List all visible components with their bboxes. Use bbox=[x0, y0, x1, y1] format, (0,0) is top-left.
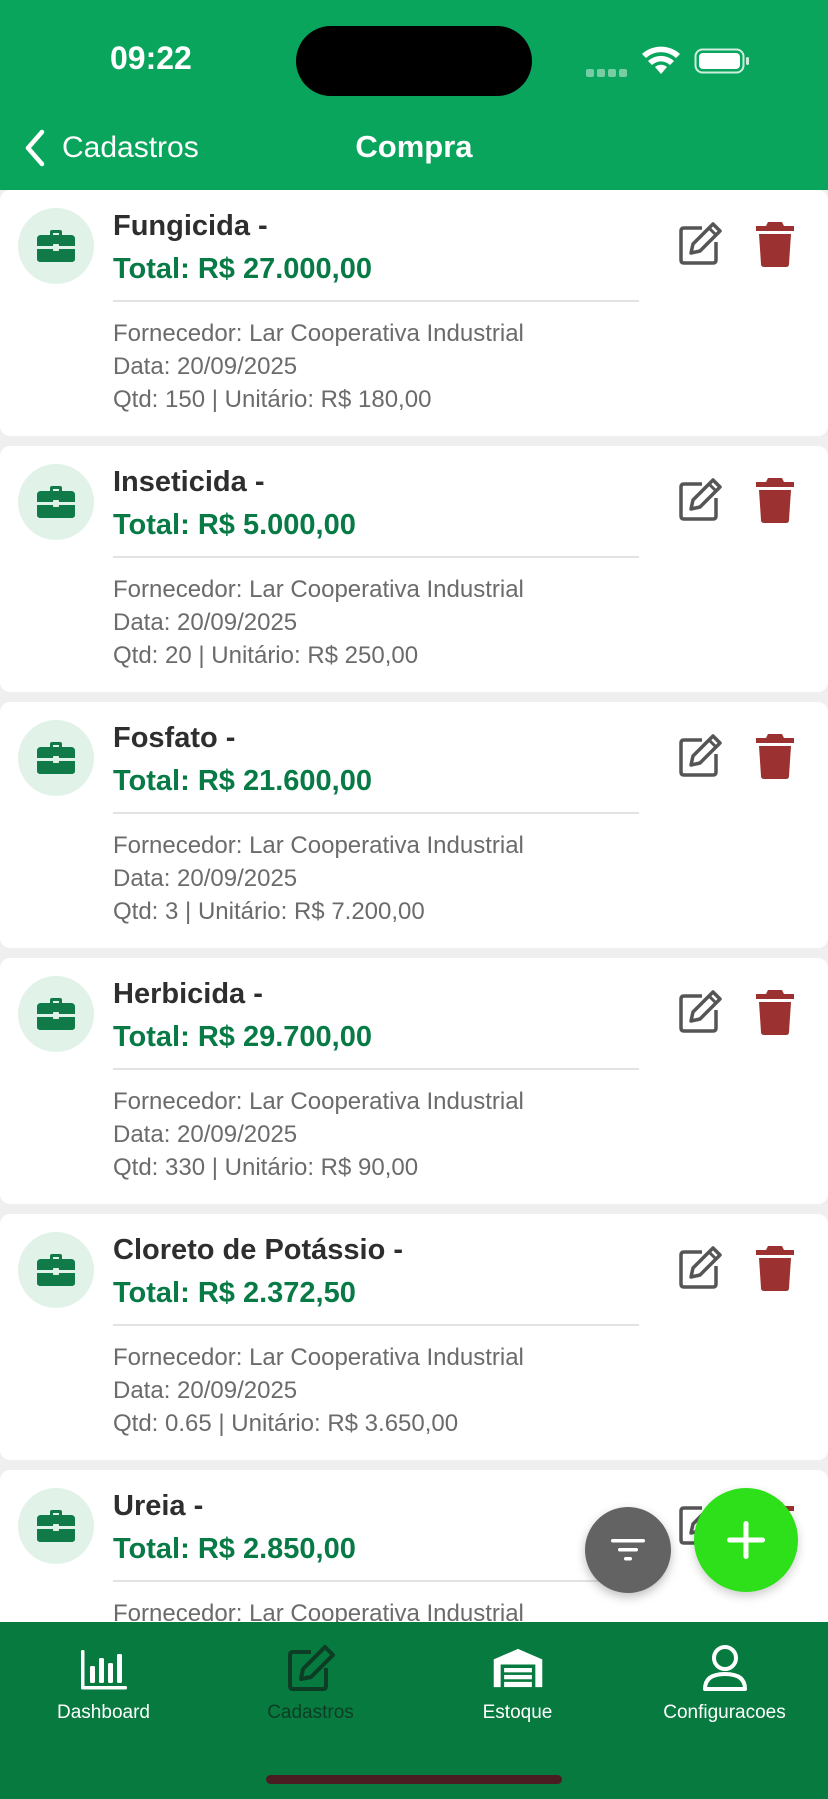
status-time: 09:22 bbox=[110, 40, 192, 76]
briefcase-icon bbox=[37, 742, 75, 774]
purchase-date: Data: 20/09/2025 bbox=[113, 609, 298, 636]
briefcase-icon bbox=[37, 1254, 75, 1286]
purchase-supplier: Fornecedor: Lar Cooperativa Industrial bbox=[113, 1088, 524, 1115]
trash-icon[interactable] bbox=[754, 1244, 796, 1292]
edit-icon bbox=[287, 1645, 335, 1691]
purchase-date: Data: 20/09/2025 bbox=[113, 1377, 298, 1404]
purchase-supplier: Fornecedor: Lar Cooperativa Industrial bbox=[113, 1600, 524, 1622]
purchase-supplier: Fornecedor: Lar Cooperativa Industrial bbox=[113, 576, 524, 603]
purchase-list[interactable]: Fungicida - Total: R$ 27.000,00 Forneced… bbox=[0, 190, 828, 1622]
warehouse-icon bbox=[493, 1648, 542, 1688]
tab-label: Dashboard bbox=[57, 1702, 150, 1723]
divider bbox=[113, 812, 639, 814]
user-icon bbox=[702, 1645, 747, 1691]
purchase-supplier: Fornecedor: Lar Cooperativa Industrial bbox=[113, 1344, 524, 1371]
purchase-quantity: Qtd: 150 | Unitário: R$ 180,00 bbox=[113, 386, 432, 413]
filter-button[interactable] bbox=[585, 1507, 671, 1593]
purchase-supplier: Fornecedor: Lar Cooperativa Industrial bbox=[113, 320, 524, 347]
purchase-total: Total: R$ 27.000,00 bbox=[113, 253, 372, 285]
card-avatar bbox=[18, 976, 94, 1052]
battery-icon bbox=[694, 48, 749, 74]
tab-label: Configuracoes bbox=[663, 1702, 786, 1723]
purchase-card[interactable]: Fosfato - Total: R$ 21.600,00 Fornecedor… bbox=[0, 702, 828, 948]
purchase-total: Total: R$ 29.700,00 bbox=[113, 1021, 372, 1053]
purchase-supplier: Fornecedor: Lar Cooperativa Industrial bbox=[113, 832, 524, 859]
bottom-tab-bar: Dashboard Cadastros Estoque Configuracoe… bbox=[0, 1622, 828, 1799]
purchase-title: Herbicida - bbox=[113, 978, 263, 1010]
briefcase-icon bbox=[37, 486, 75, 518]
purchase-quantity: Qtd: 330 | Unitário: R$ 90,00 bbox=[113, 1154, 419, 1181]
edit-icon[interactable] bbox=[676, 1244, 724, 1292]
purchase-title: Ureia - bbox=[113, 1490, 204, 1522]
wifi-icon bbox=[642, 46, 680, 74]
edit-icon[interactable] bbox=[676, 732, 724, 780]
edit-icon[interactable] bbox=[676, 220, 724, 268]
briefcase-icon bbox=[37, 1510, 75, 1542]
divider bbox=[113, 1324, 639, 1326]
purchase-card[interactable]: Herbicida - Total: R$ 29.700,00 Forneced… bbox=[0, 958, 828, 1204]
edit-icon[interactable] bbox=[676, 988, 724, 1036]
edit-icon[interactable] bbox=[676, 476, 724, 524]
dynamic-island bbox=[296, 26, 532, 96]
card-avatar bbox=[18, 720, 94, 796]
purchase-date: Data: 20/09/2025 bbox=[113, 1121, 298, 1148]
briefcase-icon bbox=[37, 998, 75, 1030]
card-avatar bbox=[18, 1488, 94, 1564]
purchase-title: Cloreto de Potássio - bbox=[113, 1234, 404, 1266]
purchase-title: Inseticida - bbox=[113, 466, 265, 498]
bar-chart-icon bbox=[80, 1650, 127, 1690]
home-indicator bbox=[266, 1775, 562, 1784]
purchase-card[interactable]: Fungicida - Total: R$ 27.000,00 Forneced… bbox=[0, 190, 828, 436]
card-avatar bbox=[18, 1232, 94, 1308]
page-title: Compra bbox=[355, 129, 473, 164]
purchase-card[interactable]: Inseticida - Total: R$ 5.000,00 Forneced… bbox=[0, 446, 828, 692]
purchase-date: Data: 20/09/2025 bbox=[113, 865, 298, 892]
purchase-total: Total: R$ 2.372,50 bbox=[113, 1277, 356, 1309]
tab-estoque[interactable]: Estoque bbox=[414, 1644, 621, 1724]
purchase-quantity: Qtd: 3 | Unitário: R$ 7.200,00 bbox=[113, 898, 425, 925]
trash-icon[interactable] bbox=[754, 220, 796, 268]
tab-label: Cadastros bbox=[267, 1702, 354, 1723]
tab-label: Estoque bbox=[482, 1702, 553, 1723]
plus-icon bbox=[727, 1521, 765, 1559]
purchase-total: Total: R$ 5.000,00 bbox=[113, 509, 356, 541]
card-avatar bbox=[18, 464, 94, 540]
purchase-quantity: Qtd: 20 | Unitário: R$ 250,00 bbox=[113, 642, 419, 669]
card-avatar bbox=[18, 208, 94, 284]
divider bbox=[113, 300, 639, 302]
filter-icon bbox=[611, 1539, 645, 1561]
purchase-total: Total: R$ 2.850,00 bbox=[113, 1533, 356, 1565]
app-header: 09:22 Cadastros Compra bbox=[0, 0, 828, 190]
purchase-total: Total: R$ 21.600,00 bbox=[113, 765, 372, 797]
divider bbox=[113, 1068, 639, 1070]
tab-cadastros[interactable]: Cadastros bbox=[207, 1644, 414, 1724]
purchase-card[interactable]: Cloreto de Potássio - Total: R$ 2.372,50… bbox=[0, 1214, 828, 1460]
purchase-title: Fosfato - bbox=[113, 722, 236, 754]
cellular-signal-icon bbox=[586, 64, 630, 77]
divider bbox=[113, 1580, 639, 1582]
trash-icon[interactable] bbox=[754, 476, 796, 524]
trash-icon[interactable] bbox=[754, 988, 796, 1036]
trash-icon[interactable] bbox=[754, 732, 796, 780]
tab-dashboard[interactable]: Dashboard bbox=[0, 1644, 207, 1724]
purchase-date: Data: 20/09/2025 bbox=[113, 353, 298, 380]
briefcase-icon bbox=[37, 230, 75, 262]
add-purchase-button[interactable] bbox=[694, 1488, 798, 1592]
purchase-title: Fungicida - bbox=[113, 210, 268, 242]
tab-configuracoes[interactable]: Configuracoes bbox=[621, 1644, 828, 1724]
purchase-quantity: Qtd: 0.65 | Unitário: R$ 3.650,00 bbox=[113, 1410, 459, 1437]
divider bbox=[113, 556, 639, 558]
